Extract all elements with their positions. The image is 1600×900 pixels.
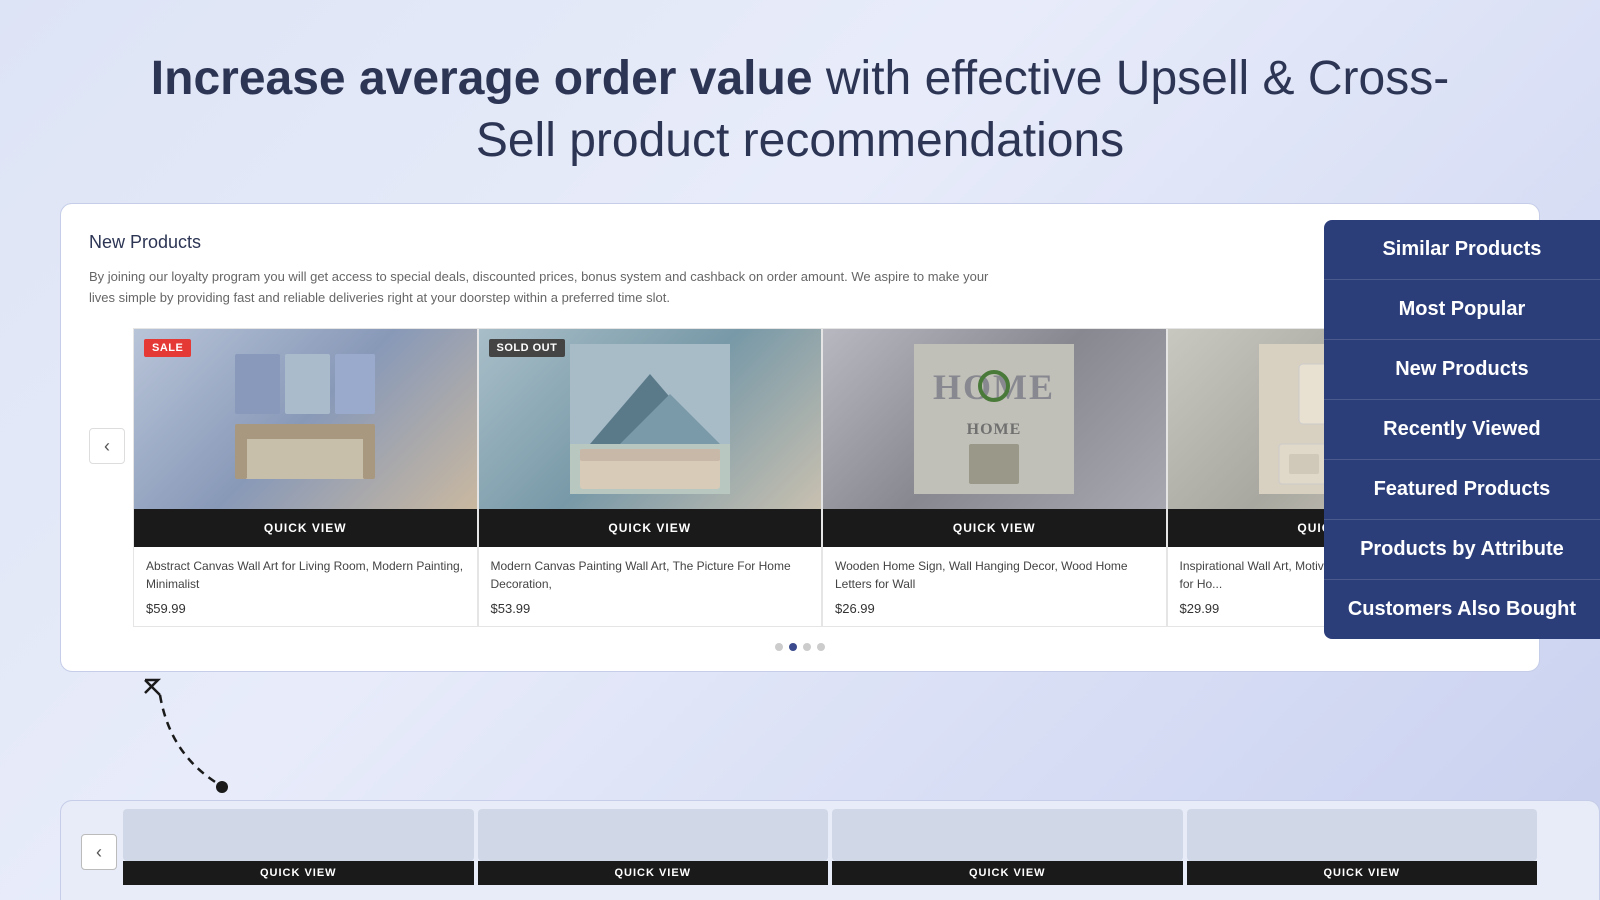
- side-tabs: Similar Products Most Popular New Produc…: [1324, 220, 1600, 639]
- bottom-qv-2[interactable]: QUICK VIEW: [478, 861, 829, 885]
- product-name-2: Modern Canvas Painting Wall Art, The Pic…: [491, 557, 810, 593]
- tab-recently-viewed[interactable]: Recently Viewed: [1324, 400, 1600, 460]
- product-card-3: HOME HOME QUICK VIEW Wooden Home Sign, W…: [822, 328, 1167, 627]
- products-area: ‹ SALE: [89, 328, 1511, 627]
- product-info-3: Wooden Home Sign, Wall Hanging Decor, Wo…: [823, 547, 1166, 626]
- product-image-1: SALE: [134, 329, 477, 509]
- tab-similar-products[interactable]: Similar Products: [1324, 220, 1600, 280]
- tab-new-products[interactable]: New Products: [1324, 340, 1600, 400]
- bottom-nav-prev[interactable]: ‹: [81, 834, 117, 870]
- bottom-products-row: [61, 801, 1599, 861]
- products-grid: SALE: [133, 328, 1511, 627]
- bottom-qv-3[interactable]: QUICK VIEW: [832, 861, 1183, 885]
- dot-2[interactable]: [789, 643, 797, 651]
- dot-3[interactable]: [803, 643, 811, 651]
- quick-view-btn-2[interactable]: QUICK VIEW: [479, 509, 822, 547]
- main-card: New Products By joining our loyalty prog…: [60, 203, 1540, 673]
- tab-products-by-attribute[interactable]: Products by Attribute: [1324, 520, 1600, 580]
- product-card-2: SOLD OUT QUICK: [478, 328, 823, 627]
- bottom-qv-4[interactable]: QUICK VIEW: [1187, 861, 1538, 885]
- bottom-product-4: [1187, 809, 1538, 861]
- bottom-product-2: [478, 809, 829, 861]
- product-price-2: $53.99: [491, 601, 810, 616]
- carousel-dots: [89, 643, 1511, 651]
- bottom-product-1: [123, 809, 474, 861]
- dashed-arrow: [140, 675, 260, 800]
- product-info-2: Modern Canvas Painting Wall Art, The Pic…: [479, 547, 822, 626]
- dot-4[interactable]: [817, 643, 825, 651]
- bottom-qv-1[interactable]: QUICK VIEW: [123, 861, 474, 885]
- product-price-1: $59.99: [146, 601, 465, 616]
- quick-view-btn-1[interactable]: QUICK VIEW: [134, 509, 477, 547]
- product-image-3: HOME HOME: [823, 329, 1166, 509]
- product-image-2: SOLD OUT: [479, 329, 822, 509]
- product-name-3: Wooden Home Sign, Wall Hanging Decor, Wo…: [835, 557, 1154, 593]
- product-price-3: $26.99: [835, 601, 1154, 616]
- page-header: Increase average order value with effect…: [0, 0, 1600, 203]
- card-description: By joining our loyalty program you will …: [89, 267, 989, 309]
- svg-text:HOME: HOME: [967, 421, 1022, 438]
- quick-view-btn-3[interactable]: QUICK VIEW: [823, 509, 1166, 547]
- card-title: New Products: [89, 232, 1511, 253]
- tab-most-popular[interactable]: Most Popular: [1324, 280, 1600, 340]
- header-bold: Increase average order value: [151, 52, 813, 105]
- tab-featured-products[interactable]: Featured Products: [1324, 460, 1600, 520]
- prev-button[interactable]: ‹: [89, 428, 125, 464]
- bottom-qv-row: QUICK VIEW QUICK VIEW QUICK VIEW QUICK V…: [61, 861, 1599, 885]
- dot-1[interactable]: [775, 643, 783, 651]
- product-card-1: SALE: [133, 328, 478, 627]
- bottom-section: ‹ QUICK VIEW QUICK VIEW QUICK VIEW QUICK…: [60, 800, 1600, 900]
- product-info-1: Abstract Canvas Wall Art for Living Room…: [134, 547, 477, 626]
- tab-customers-also-bought[interactable]: Customers Also Bought: [1324, 580, 1600, 639]
- bottom-product-3: [832, 809, 1183, 861]
- product-name-1: Abstract Canvas Wall Art for Living Room…: [146, 557, 465, 593]
